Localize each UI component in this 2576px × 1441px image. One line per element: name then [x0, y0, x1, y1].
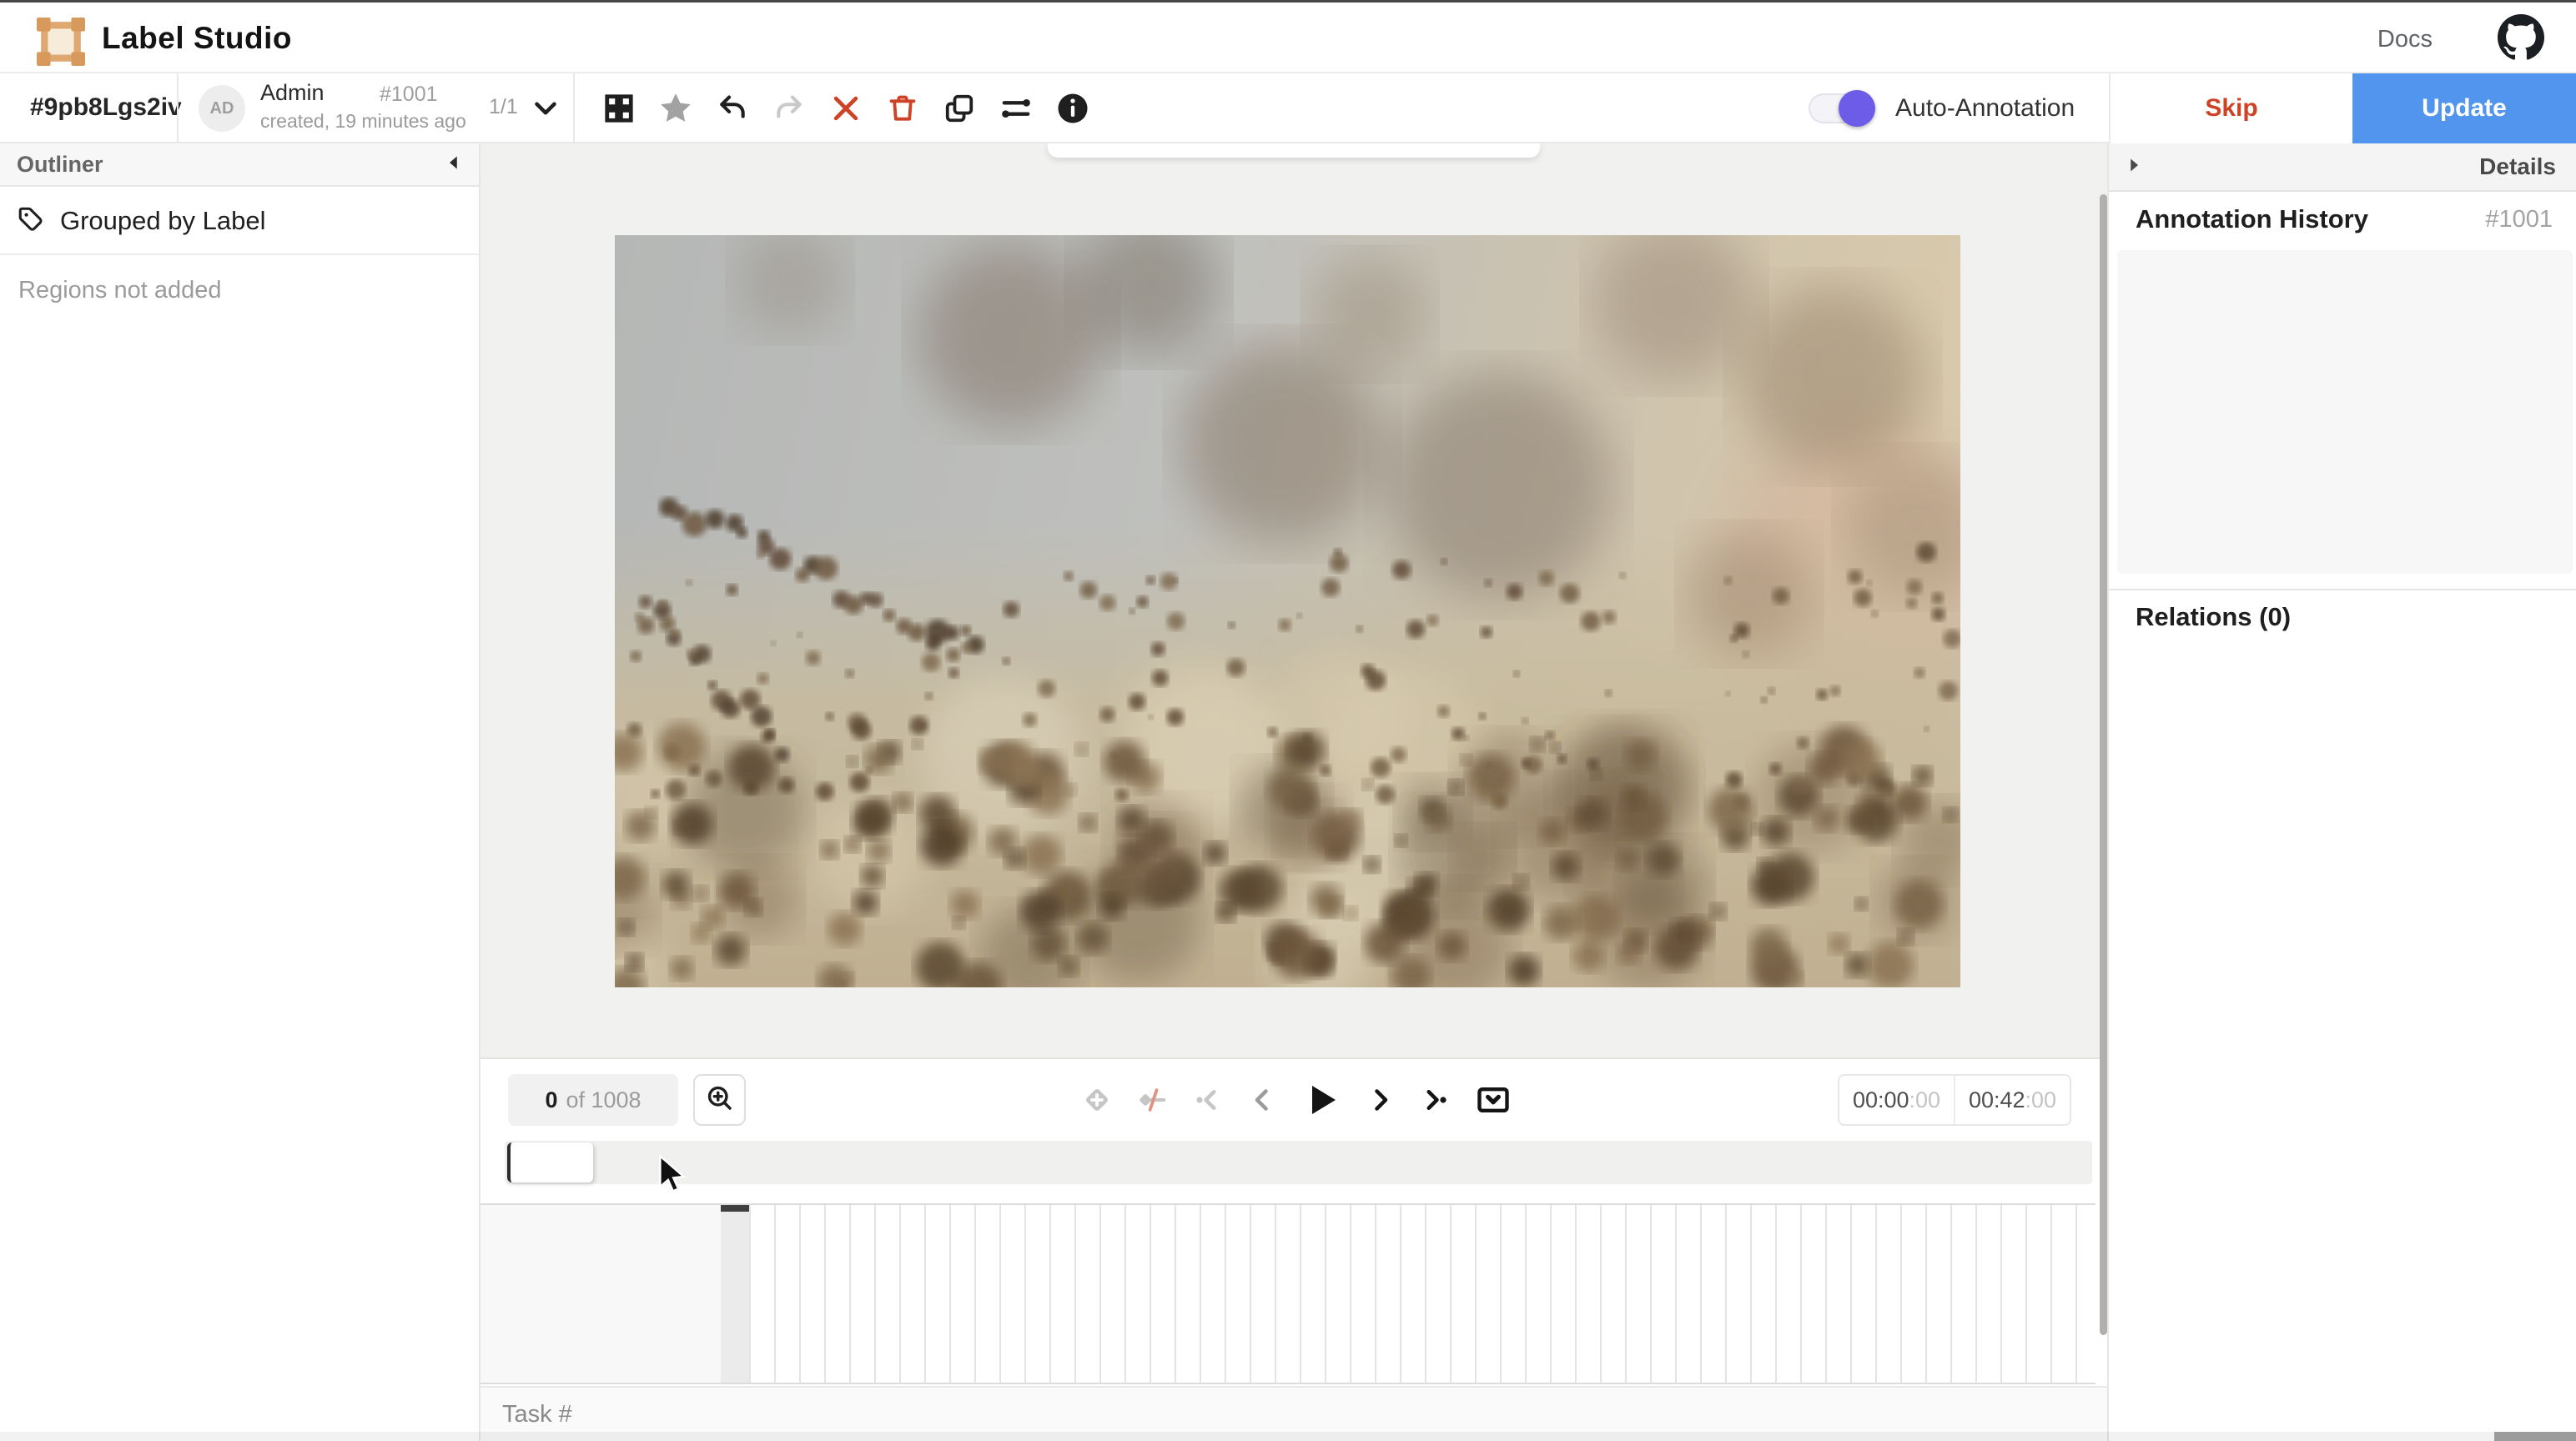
auto-annotation-label: Auto-Annotation: [1895, 94, 2075, 123]
prev-frame-icon[interactable]: [1246, 1084, 1278, 1116]
total-time-frames: :00: [2025, 1087, 2057, 1113]
play-button[interactable]: [1301, 1084, 1341, 1116]
grouping-label: Grouped by Label: [60, 206, 265, 236]
star-icon[interactable]: [659, 92, 692, 125]
annotation-history-empty-area: [2117, 250, 2573, 574]
annotation-created: created, 19 minutes ago: [260, 110, 466, 133]
duplicate-icon[interactable]: [943, 92, 976, 125]
delete-icon[interactable]: [886, 92, 919, 125]
video-frame-art: [615, 235, 1960, 987]
seek-track[interactable]: [505, 1141, 2092, 1184]
total-time-value: 00:42: [1969, 1087, 2025, 1113]
auto-annotation-control: Auto-Annotation: [1809, 73, 2075, 143]
annotation-history-title: Annotation History: [2136, 204, 2368, 234]
toggle-knob: [1839, 90, 1875, 127]
toolbar-icon-group: [589, 73, 1089, 143]
zoom-in-icon: [705, 1083, 735, 1117]
keypoint-add-icon[interactable]: [1081, 1084, 1113, 1116]
outliner-title: Outliner: [17, 152, 103, 178]
expand-panel-icon[interactable]: [2126, 157, 2142, 178]
horizontal-scrollbar-track[interactable]: [0, 1432, 2576, 1441]
interpolation-disabled-icon[interactable]: [1136, 1084, 1168, 1116]
regions-empty-message: Regions not added: [18, 277, 221, 304]
redo-icon[interactable]: [772, 92, 806, 125]
app-header: Label Studio Docs: [0, 3, 2576, 73]
prev-keypoint-icon[interactable]: [1191, 1084, 1223, 1116]
annotation-history-id: #1001: [2485, 206, 2553, 233]
info-icon[interactable]: [1056, 92, 1089, 125]
annotation-id: #1001: [380, 83, 438, 107]
annotator-name: Admin: [260, 80, 325, 106]
mouse-cursor: [657, 1154, 686, 1196]
grouping-selector[interactable]: Grouped by Label: [0, 188, 479, 255]
playback-controls: [1081, 1074, 1512, 1126]
skip-button[interactable]: Skip: [2109, 73, 2352, 143]
grid-view-icon[interactable]: [602, 92, 636, 125]
video-frame[interactable]: [615, 235, 1960, 987]
current-frame: 0: [545, 1087, 557, 1113]
reject-icon[interactable]: [829, 92, 863, 125]
window-top-edge: [0, 0, 2576, 3]
collapse-timeline-icon[interactable]: [1475, 1084, 1512, 1116]
divider: [573, 73, 575, 143]
floating-toolbar-edge: [1048, 143, 1540, 158]
collapse-panel-icon[interactable]: [445, 154, 462, 175]
zoom-button[interactable]: [693, 1074, 746, 1126]
undo-icon[interactable]: [716, 92, 749, 125]
annotation-history-header: Annotation History #1001: [2109, 192, 2576, 247]
timeline-frame-gridlines: [749, 1205, 2096, 1383]
timeline-playhead-cap[interactable]: [721, 1205, 749, 1212]
next-keypoint-icon[interactable]: [1420, 1084, 1452, 1116]
relations-section[interactable]: Relations (0): [2109, 589, 2576, 644]
settings-icon[interactable]: [999, 92, 1033, 125]
outliner-panel: Outliner Grouped by Label Regions not ad…: [0, 143, 480, 1441]
total-time: 00:42:00: [1955, 1076, 2070, 1124]
relations-title: Relations (0): [2136, 602, 2291, 632]
auto-annotation-toggle[interactable]: [1809, 93, 1874, 123]
details-title: Details: [2479, 153, 2556, 180]
annotation-pagination: 1/1: [489, 95, 518, 119]
update-button[interactable]: Update: [2352, 73, 2576, 143]
vertical-scrollbar[interactable]: [2100, 194, 2107, 1335]
details-panel: Details Annotation History #1001 Relatio…: [2107, 143, 2576, 1441]
seek-viewport-handle[interactable]: [507, 1142, 593, 1182]
chevron-down-icon[interactable]: [531, 93, 561, 123]
outliner-header: Outliner: [0, 143, 479, 187]
app-title: Label Studio: [102, 21, 292, 56]
current-time-frames: :00: [1909, 1087, 1941, 1113]
details-header: Details: [2109, 143, 2576, 192]
current-time-value: 00:00: [1853, 1087, 1909, 1113]
annotator-avatar[interactable]: AD: [199, 85, 245, 132]
annotation-toolbar: #9pb8Lgs2iv AD Admin #1001 created, 19 m…: [0, 73, 2576, 143]
task-id: #9pb8Lgs2iv: [30, 93, 182, 122]
timeline-region-list: [480, 1205, 721, 1383]
timeline-playhead-column[interactable]: [721, 1205, 749, 1383]
horizontal-scrollbar-thumb[interactable]: [2494, 1432, 2576, 1441]
total-frames: of 1008: [566, 1087, 641, 1113]
time-display: 00:00:00 00:42:00: [1838, 1074, 2071, 1126]
current-time[interactable]: 00:00:00: [1839, 1076, 1955, 1124]
divider: [177, 73, 179, 143]
next-frame-icon[interactable]: [1365, 1084, 1396, 1116]
frame-counter[interactable]: 0 of 1008: [508, 1074, 678, 1126]
task-label: Task #: [502, 1401, 572, 1428]
docs-link[interactable]: Docs: [2377, 26, 2433, 53]
tag-icon: [17, 205, 45, 238]
github-icon[interactable]: [2498, 14, 2544, 61]
label-studio-logo-icon: [37, 18, 85, 66]
timeline-grid[interactable]: [480, 1203, 2096, 1384]
